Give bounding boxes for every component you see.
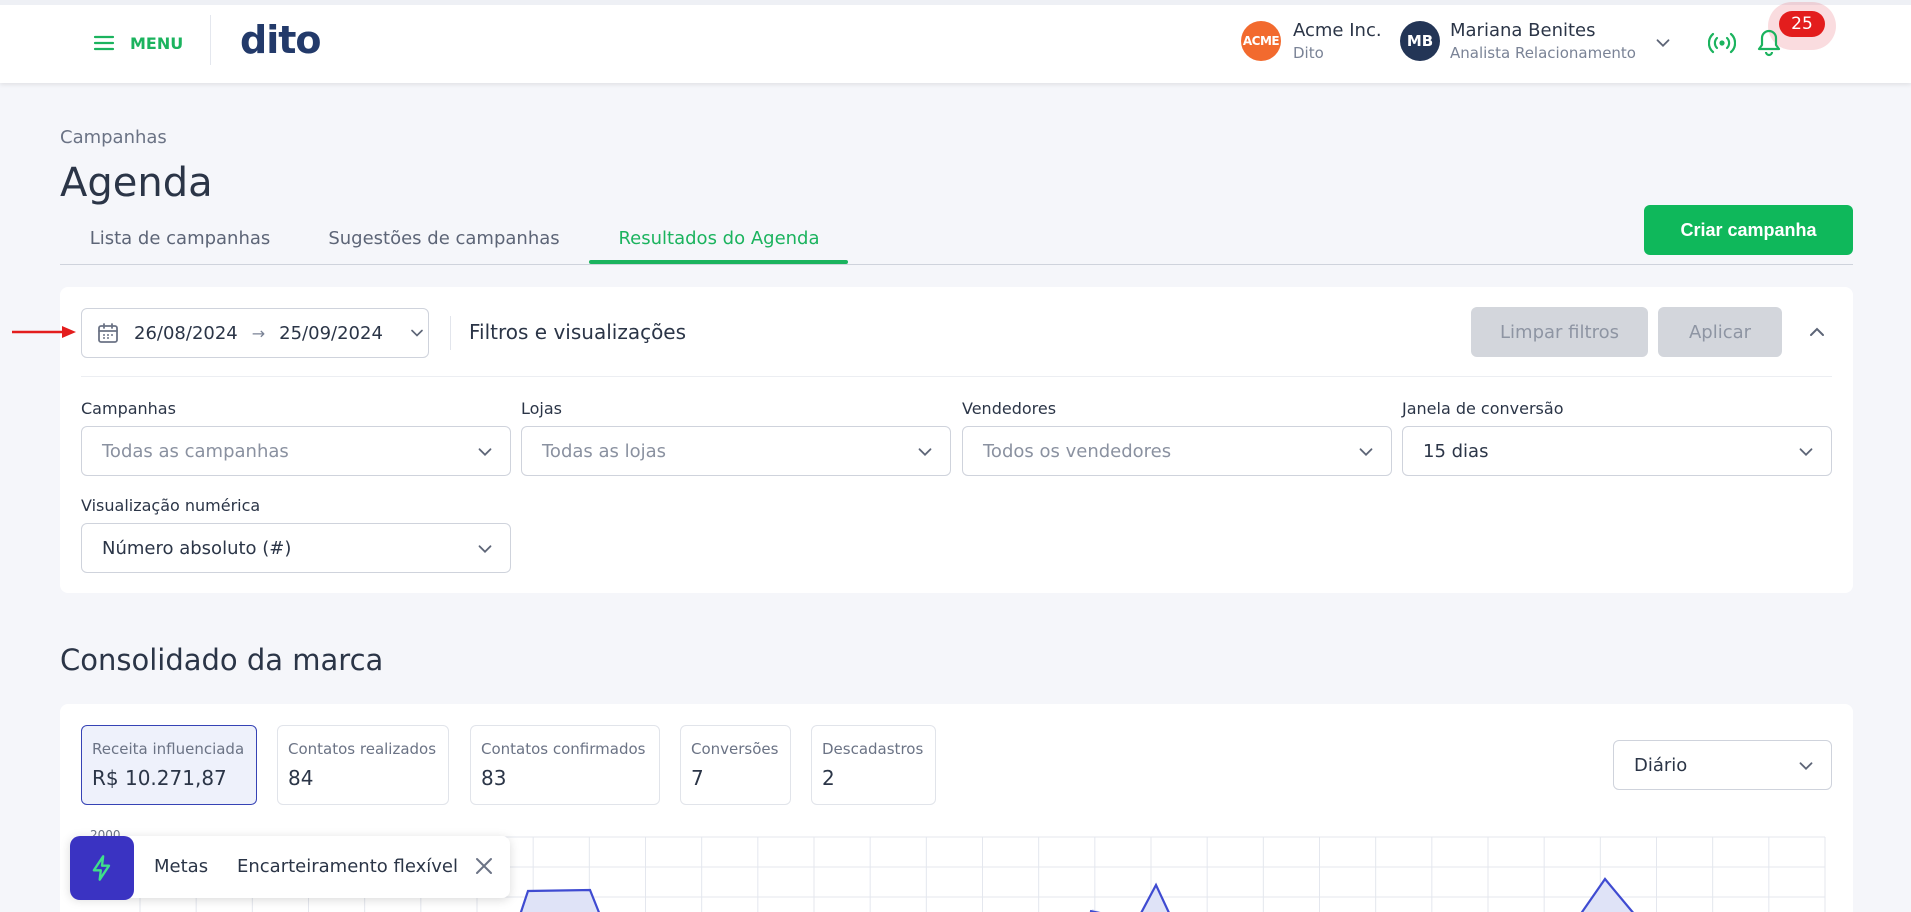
visualizacao-numerica-value: Número absoluto (#) [102, 537, 292, 559]
chevron-up-icon[interactable] [1805, 320, 1829, 344]
campanhas-select[interactable]: Todas as campanhas [81, 426, 511, 476]
chevron-down-icon[interactable] [1652, 32, 1674, 54]
filters-divider [450, 316, 451, 350]
header-divider [210, 15, 211, 65]
broadcast-icon[interactable] [1708, 30, 1736, 56]
close-icon[interactable] [472, 854, 496, 878]
period-select[interactable]: Diário [1613, 740, 1832, 790]
metric-label: Descadastros [822, 740, 924, 758]
create-campaign-button[interactable]: Criar campanha [1644, 205, 1853, 255]
company-logo: ACME [1241, 21, 1281, 61]
encarteiramento-flexivel-link[interactable]: Encarteiramento flexível [237, 856, 458, 877]
campanhas-label: Campanhas [81, 399, 176, 418]
logo-text: dito [240, 18, 321, 62]
metric-value: 7 [691, 766, 704, 790]
menu-label: MENU [130, 33, 184, 53]
page-title: Agenda [60, 160, 213, 206]
janela-conversao-value: 15 dias [1423, 440, 1489, 462]
metric-label: Conversões [691, 740, 779, 758]
date-to: 25/09/2024 [279, 322, 383, 344]
arrow-right-icon: → [251, 323, 266, 343]
date-from: 26/08/2024 [134, 322, 238, 344]
vendedores-select-value: Todos os vendedores [983, 440, 1172, 462]
janela-conversao-label: Janela de conversão [1402, 399, 1564, 418]
vendedores-select[interactable]: Todos os vendedores [962, 426, 1392, 476]
chart-area [521, 879, 1633, 912]
lightning-icon [92, 855, 111, 881]
hamburger-icon [93, 35, 115, 51]
apply-button[interactable]: Aplicar [1658, 307, 1782, 357]
company-subtitle: Dito [1293, 44, 1324, 62]
lojas-select[interactable]: Todas as lojas [521, 426, 951, 476]
metric-value: 83 [481, 766, 507, 790]
metric-label: Contatos confirmados [481, 740, 646, 758]
lojas-select-value: Todas as lojas [542, 440, 667, 462]
metric-label: Contatos realizados [288, 740, 437, 758]
visualizacao-numerica-select[interactable]: Número absoluto (#) [81, 523, 511, 573]
metric-label: Receita influenciada [92, 740, 245, 758]
metric-contatos-realizados[interactable]: Contatos realizados 84 [277, 725, 449, 805]
user-name: Mariana Benites [1450, 20, 1596, 41]
active-tab-indicator [589, 260, 848, 264]
lojas-label: Lojas [521, 399, 563, 418]
metric-descadastros[interactable]: Descadastros 2 [811, 725, 936, 805]
chevron-down-icon [1359, 448, 1373, 457]
shortcuts-button[interactable] [70, 836, 134, 900]
clear-filters-button[interactable]: Limpar filtros [1471, 307, 1648, 357]
chevron-down-icon [478, 448, 492, 457]
tab-lista-de-campanhas[interactable]: Lista de campanhas [60, 226, 300, 266]
company-name: Acme Inc. [1293, 20, 1382, 41]
metric-contatos-confirmados[interactable]: Contatos confirmados 83 [470, 725, 660, 805]
chevron-down-icon [1799, 762, 1813, 771]
metric-value: 84 [288, 766, 314, 790]
metric-value: 2 [822, 766, 835, 790]
tab-sugestoes-de-campanhas[interactable]: Sugestões de campanhas [300, 226, 588, 266]
chevron-down-icon [918, 448, 932, 457]
visualizacao-numerica-label: Visualização numérica [81, 496, 261, 515]
avatar: MB [1400, 21, 1440, 61]
janela-conversao-select[interactable]: 15 dias [1402, 426, 1832, 476]
metric-value: R$ 10.271,87 [92, 766, 227, 790]
user-menu[interactable]: MB Mariana Benites Analista Relacionamen… [1400, 20, 1636, 62]
breadcrumb[interactable]: Campanhas [60, 127, 167, 148]
company-switcher[interactable]: ACME Acme Inc. Dito [1241, 20, 1382, 62]
chart-line [519, 877, 1634, 912]
red-arrow-annotation [12, 326, 76, 338]
date-range-picker[interactable]: 26/08/2024 → 25/09/2024 [81, 308, 429, 358]
vendedores-label: Vendedores [962, 399, 1057, 418]
period-select-value: Diário [1634, 754, 1688, 776]
bell-icon[interactable] [1756, 28, 1782, 58]
metas-link[interactable]: Metas [154, 856, 208, 877]
notification-badge[interactable]: 25 [1779, 11, 1825, 37]
campanhas-select-value: Todas as campanhas [102, 440, 289, 462]
menu-button[interactable]: MENU [92, 27, 183, 59]
metric-receita-influenciada[interactable]: Receita influenciada R$ 10.271,87 [81, 725, 257, 805]
chevron-down-icon [1799, 448, 1813, 457]
user-role: Analista Relacionamento [1450, 44, 1636, 62]
filters-separator [81, 376, 1832, 377]
metric-conversoes[interactable]: Conversões 7 [680, 725, 791, 805]
dito-logo[interactable]: dito [240, 18, 321, 62]
section-title: Consolidado da marca [60, 643, 384, 677]
chevron-down-icon [411, 329, 423, 337]
chevron-down-icon [478, 545, 492, 554]
filters-title: Filtros e visualizações [469, 320, 687, 344]
calendar-icon [98, 323, 118, 343]
